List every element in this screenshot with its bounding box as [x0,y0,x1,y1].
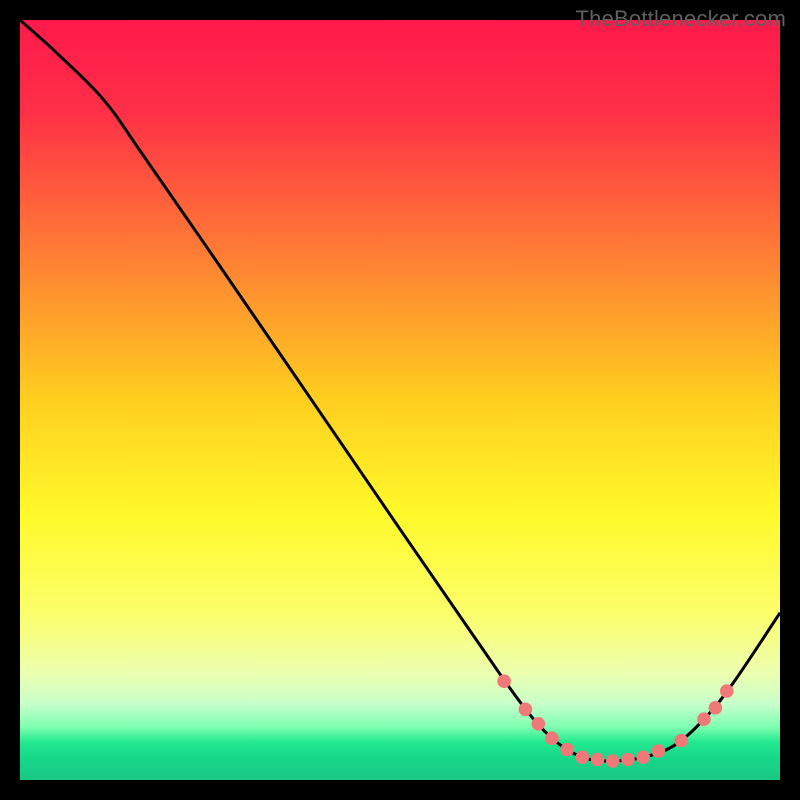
curve-marker [606,754,620,768]
curve-marker [519,703,533,717]
curve-marker [709,701,723,715]
bottleneck-curve [20,20,780,761]
curve-marker [497,674,511,688]
curve-marker [720,684,734,698]
curve-marker [532,717,546,731]
curve-marker [591,753,605,767]
chart-stage: TheBottlenecker.com [0,0,800,800]
curve-marker [652,744,666,758]
plot-area [20,20,780,780]
curve-marker [621,753,635,767]
curve-layer [20,20,780,780]
attribution-label: TheBottlenecker.com [576,6,786,32]
curve-marker [545,731,559,745]
curve-marker [697,712,711,726]
curve-marker [576,750,590,764]
curve-marker [560,743,574,757]
curve-markers [497,674,733,767]
curve-marker [674,734,688,748]
curve-marker [636,750,650,764]
